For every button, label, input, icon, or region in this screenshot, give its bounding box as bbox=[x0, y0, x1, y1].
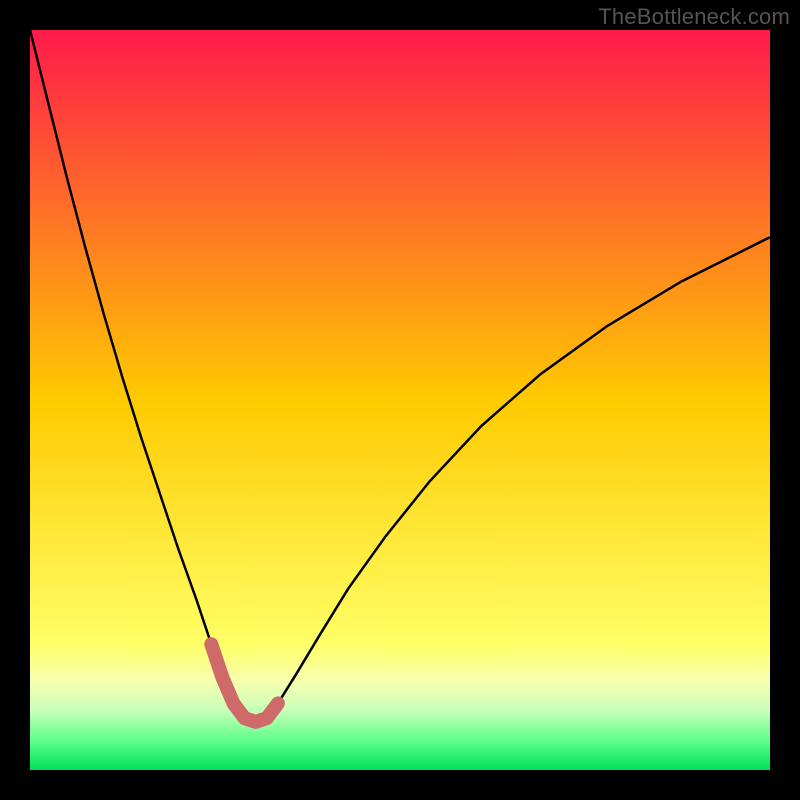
chart-frame: TheBottleneck.com bbox=[0, 0, 800, 800]
chart-svg bbox=[30, 30, 770, 770]
attribution-text: TheBottleneck.com bbox=[598, 4, 790, 30]
gradient-background bbox=[30, 30, 770, 770]
plot-area bbox=[30, 30, 770, 770]
